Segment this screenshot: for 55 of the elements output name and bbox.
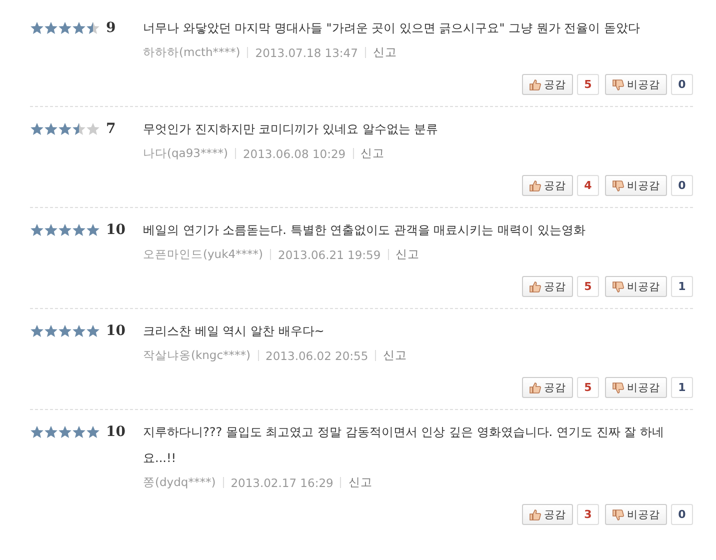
like-button[interactable]: 공감 [522,377,573,398]
report-link[interactable]: 신고 [396,247,420,262]
dislike-button[interactable]: 비공감 [605,504,667,525]
dislike-count: 0 [671,504,693,525]
dislike-count: 1 [671,377,693,398]
rating-score: 10 [106,222,126,238]
review-date: 2013.06.08 10:29 [242,146,346,160]
review-author: 오픈마인드(yuk4****) [143,247,264,262]
review-date: 2013.07.18 13:47 [255,46,358,60]
thumbs-up-icon [529,382,541,394]
like-count: 3 [577,504,599,525]
like-count: 4 [577,175,599,196]
like-count: 5 [577,74,599,95]
like-count: 5 [577,377,599,398]
thumbs-down-icon [612,78,624,90]
like-button[interactable]: 공감 [522,276,573,297]
dislike-count: 0 [671,74,693,95]
like-count: 5 [577,276,599,297]
rating-score: 10 [106,424,126,440]
thumbs-up-icon [529,508,541,520]
thumbs-down-icon [612,382,624,394]
review-author: 쫑(dydq****) [143,475,216,490]
review-text: 무엇인가 진지하지만 코미디끼가 있네요 알수없는 분류 [143,121,440,138]
dislike-button[interactable]: 비공감 [605,74,667,95]
review-author: 하하하(mcth****) [143,45,240,60]
rating-score: 9 [106,20,116,36]
report-link[interactable]: 신고 [348,475,372,490]
thumbs-up-icon [529,280,541,292]
review-date: 2013.06.02 20:55 [266,348,368,362]
review-text: 베일의 연기가 소름돋는다. 특별한 연출없이도 관객을 매료시키는 매력이 있는영화 [143,222,586,239]
review-text: 크리스찬 베일 역시 알찬 배우다~ [143,323,326,340]
dislike-button[interactable]: 비공감 [605,175,667,196]
report-link[interactable]: 신고 [383,348,408,363]
like-button[interactable]: 공감 [522,74,573,95]
like-button[interactable]: 공감 [522,175,573,196]
report-link[interactable]: 신고 [360,146,385,161]
thumbs-up-icon [529,180,541,192]
dislike-button[interactable]: 비공감 [605,377,667,398]
thumbs-up-icon [529,78,541,90]
like-button[interactable]: 공감 [522,504,573,525]
review-author: 나다(qa93****) [143,146,228,161]
thumbs-down-icon [612,280,624,292]
review-author: 작살냐옹(kngc****) [143,348,251,363]
dislike-count: 0 [671,175,693,196]
dislike-button[interactable]: 비공감 [605,276,667,297]
thumbs-down-icon [612,508,624,520]
rating-score: 10 [106,323,126,339]
review-date: 2013.06.21 19:59 [278,248,381,262]
review-text: 너무나 와닿았던 마지막 명대사들 "가려운 곳이 있으면 긁으시구요" 그냥 뭔가 전율이 돋았다 [143,20,641,37]
thumbs-down-icon [612,180,624,192]
rating-score: 7 [106,121,116,137]
review-text: 지루하다니??? 몰입도 최고였고 정말 감동적이면서 인상 깊은 영화였습니다. 연기도 진짜 잘 하네요...!! [143,424,665,467]
review-date: 2013.02.17 16:29 [230,476,334,490]
report-link[interactable]: 신고 [372,45,397,60]
dislike-count: 1 [671,276,693,297]
